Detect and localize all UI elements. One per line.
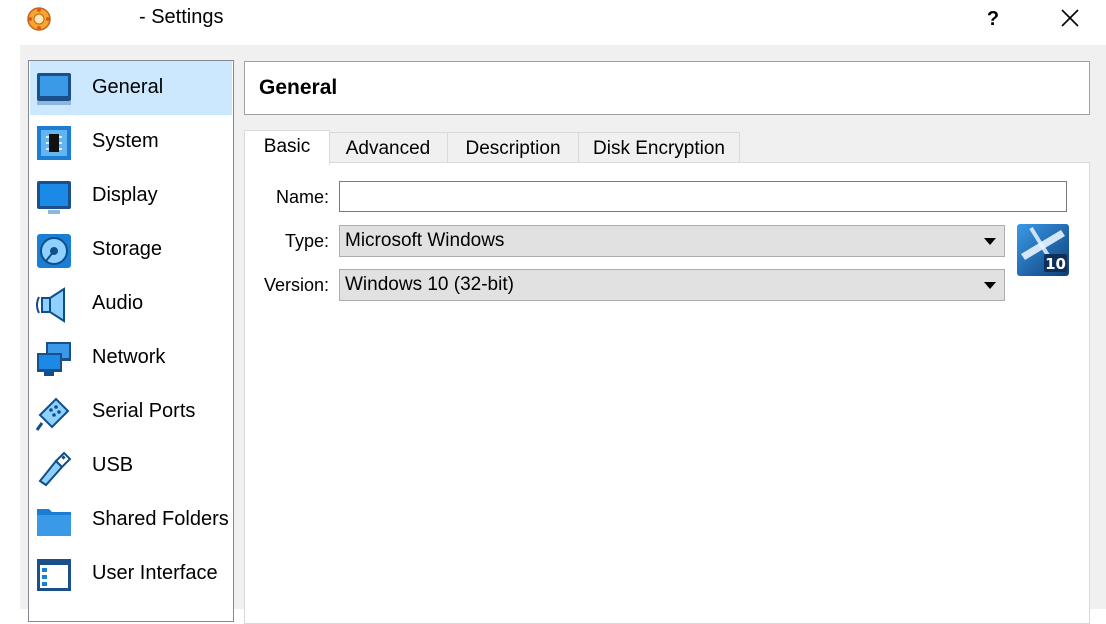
sidebar-item-serial-ports[interactable]: Serial Ports xyxy=(30,385,232,439)
close-icon xyxy=(1061,9,1079,27)
type-label: Type: xyxy=(284,231,329,251)
virtualbox-icon xyxy=(26,6,52,32)
tab-description[interactable]: Description xyxy=(447,132,579,164)
system-chip-icon xyxy=(34,123,74,163)
type-select[interactable]: Microsoft Windows xyxy=(339,225,1005,257)
sidebar-item-label: Serial Ports xyxy=(92,400,196,422)
windows-10-os-icon: 10 xyxy=(1017,224,1069,276)
window-title: - Settings xyxy=(139,6,224,28)
sidebar-item-general[interactable]: General xyxy=(30,61,232,115)
tab-bar: Basic Advanced Description Disk Encrypti… xyxy=(244,130,1104,165)
sidebar-item-label: USB xyxy=(92,454,134,476)
version-select[interactable]: Windows 10 (32-bit) xyxy=(339,269,1005,301)
basic-tab-pane: Name: Type: Microsoft Windows Version: W… xyxy=(244,162,1090,624)
sidebar-item-system[interactable]: System xyxy=(30,115,232,169)
version-label: Version: xyxy=(263,275,329,295)
sidebar-item-shared-folders[interactable]: Shared Folders xyxy=(30,493,232,547)
sidebar-item-label: Audio xyxy=(92,292,144,314)
os-badge-text: 10 xyxy=(1045,255,1066,273)
settings-sidebar: General System Display Storage Audio Net… xyxy=(28,60,234,622)
audio-speaker-icon xyxy=(34,285,74,325)
title-bar: - Settings ? xyxy=(0,0,1106,42)
general-icon xyxy=(34,69,74,109)
sidebar-item-label: Storage xyxy=(92,238,163,260)
storage-disk-icon xyxy=(34,231,74,271)
name-label: Name: xyxy=(275,187,329,207)
page-header: General xyxy=(244,61,1090,115)
user-interface-icon xyxy=(34,555,74,595)
sidebar-item-user-interface[interactable]: User Interface xyxy=(30,547,232,601)
shared-folder-icon xyxy=(34,501,74,541)
sidebar-item-label: Network xyxy=(92,346,166,368)
network-icon xyxy=(34,339,74,379)
sidebar-item-label: Display xyxy=(92,184,158,206)
close-button[interactable] xyxy=(1052,2,1088,36)
page-title: General xyxy=(259,76,338,99)
dialog-client-area: General System Display Storage Audio Net… xyxy=(20,45,1106,624)
tab-disk-encryption[interactable]: Disk Encryption xyxy=(578,132,740,164)
sidebar-item-display[interactable]: Display xyxy=(30,169,232,223)
version-select-value: Windows 10 (32-bit) xyxy=(345,274,514,295)
sidebar-item-audio[interactable]: Audio xyxy=(30,277,232,331)
type-select-value: Microsoft Windows xyxy=(345,230,505,251)
sidebar-item-label: User Interface xyxy=(92,562,218,584)
sidebar-item-label: General xyxy=(92,76,164,98)
name-field[interactable] xyxy=(339,181,1067,212)
chevron-down-icon xyxy=(984,282,996,289)
sidebar-item-label: Shared Folders xyxy=(92,508,229,530)
tab-basic[interactable]: Basic xyxy=(244,130,330,165)
serial-ports-icon xyxy=(34,393,74,433)
tab-advanced[interactable]: Advanced xyxy=(328,132,448,164)
chevron-down-icon xyxy=(984,238,996,245)
sidebar-item-storage[interactable]: Storage xyxy=(30,223,232,277)
sidebar-item-network[interactable]: Network xyxy=(30,331,232,385)
sidebar-item-usb[interactable]: USB xyxy=(30,439,232,493)
help-button[interactable]: ? xyxy=(976,2,1010,36)
usb-icon xyxy=(34,447,74,487)
display-monitor-icon xyxy=(34,177,74,217)
sidebar-item-label: System xyxy=(92,130,159,152)
